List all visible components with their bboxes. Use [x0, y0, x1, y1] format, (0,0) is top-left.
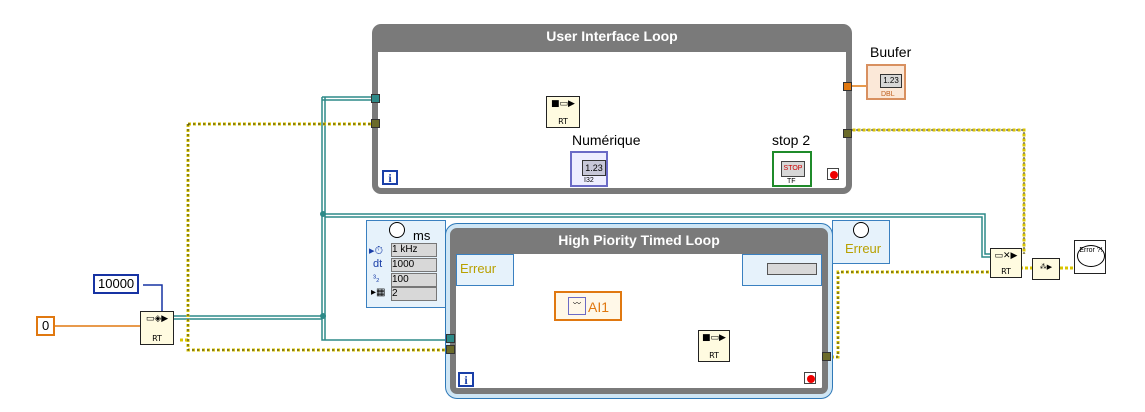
zero-constant[interactable]: 0 [36, 316, 56, 336]
stop-button-terminal[interactable]: STOP TF [772, 151, 812, 187]
period-value: 1000 [391, 258, 437, 272]
error-handler-text: Error ?! [1077, 245, 1105, 267]
timed-loop-error-tunnel [446, 345, 455, 354]
timed-loop-input-node[interactable]: ms ▸⏱ 1 kHz dt 1000 ³₂ 100 ▸▦ 2 [366, 220, 446, 308]
high-priority-timed-loop: High Piority Timed Loop [450, 228, 828, 394]
error-left-label: Erreur [460, 261, 497, 276]
buffer-display: 1.23 [880, 74, 902, 88]
ui-loop-title: User Interface Loop [546, 28, 678, 44]
numeric-label: Numérique [572, 132, 641, 148]
priority-icon: ▸▦ [371, 287, 386, 298]
timed-loop-left-data-node: Erreur [456, 254, 514, 286]
status-bar [767, 263, 817, 275]
buffer-type: DBL [881, 91, 895, 98]
offset-value: 100 [391, 273, 437, 287]
enqueue-type-label: RT [709, 351, 719, 360]
obtain-queue-type-label: RT [152, 334, 162, 343]
enqueue-element-node[interactable]: ■▭▶ RT [698, 330, 730, 362]
ui-loop-condition-icon [827, 168, 839, 180]
stop-display: STOP [781, 161, 805, 177]
numeric-display: 1.23 [582, 160, 606, 176]
timed-loop-error-out-tunnel [822, 352, 831, 361]
frequency-icon: ▸⏱ [369, 245, 384, 257]
numeric-indicator[interactable]: 1.23 I32 [570, 151, 608, 187]
ui-loop-iteration-terminal: i [382, 170, 398, 185]
ui-loop-error-out-tunnel [843, 129, 852, 138]
release-queue-type-label: RT [1001, 267, 1011, 276]
output-clock-icon [853, 222, 869, 238]
waveform-icon: 〰 [568, 297, 586, 315]
timing-unit-label: ms [413, 228, 431, 243]
stop-label: stop 2 [772, 132, 811, 148]
buffer-label: Buufer [870, 44, 912, 60]
error-right-label: Erreur [845, 241, 882, 256]
queue-size-constant[interactable]: 10000 [93, 274, 140, 294]
clock-icon [389, 222, 405, 238]
merge-errors-node[interactable]: ⁂▶ [1032, 258, 1060, 280]
dt-label: dt [373, 258, 383, 270]
offset-icon: ³₂ [373, 273, 380, 283]
timed-loop-queue-tunnel [446, 334, 455, 343]
timed-loop-output-node: Erreur [832, 220, 890, 264]
timed-loop-title: High Piority Timed Loop [558, 232, 720, 248]
simple-error-handler-icon[interactable]: Error ?! [1074, 240, 1106, 274]
dequeue-type-label: RT [558, 117, 568, 126]
timed-loop-right-data-node [742, 254, 822, 286]
daq-channel-label: AI1 [588, 299, 610, 315]
ui-loop-buffer-tunnel [843, 82, 852, 91]
stop-type: TF [787, 178, 796, 185]
release-queue-node[interactable]: ▭✕▶ RT [990, 248, 1022, 278]
dequeue-element-node[interactable]: ■▭▶ RT [546, 96, 580, 128]
daq-read-node[interactable]: 〰 AI1 [554, 291, 622, 321]
frequency-value: 1 kHz [391, 243, 437, 257]
priority-value: 2 [391, 287, 437, 301]
timed-loop-iteration-terminal: i [458, 372, 474, 387]
obtain-queue-node[interactable]: ▭◈▶ RT [140, 311, 174, 345]
buffer-indicator[interactable]: 1.23 DBL [866, 64, 906, 100]
timed-loop-condition-icon [804, 372, 816, 384]
numeric-type: I32 [584, 177, 594, 184]
ui-loop-queue-tunnel [371, 94, 380, 103]
ui-loop-error-tunnel [371, 119, 380, 128]
